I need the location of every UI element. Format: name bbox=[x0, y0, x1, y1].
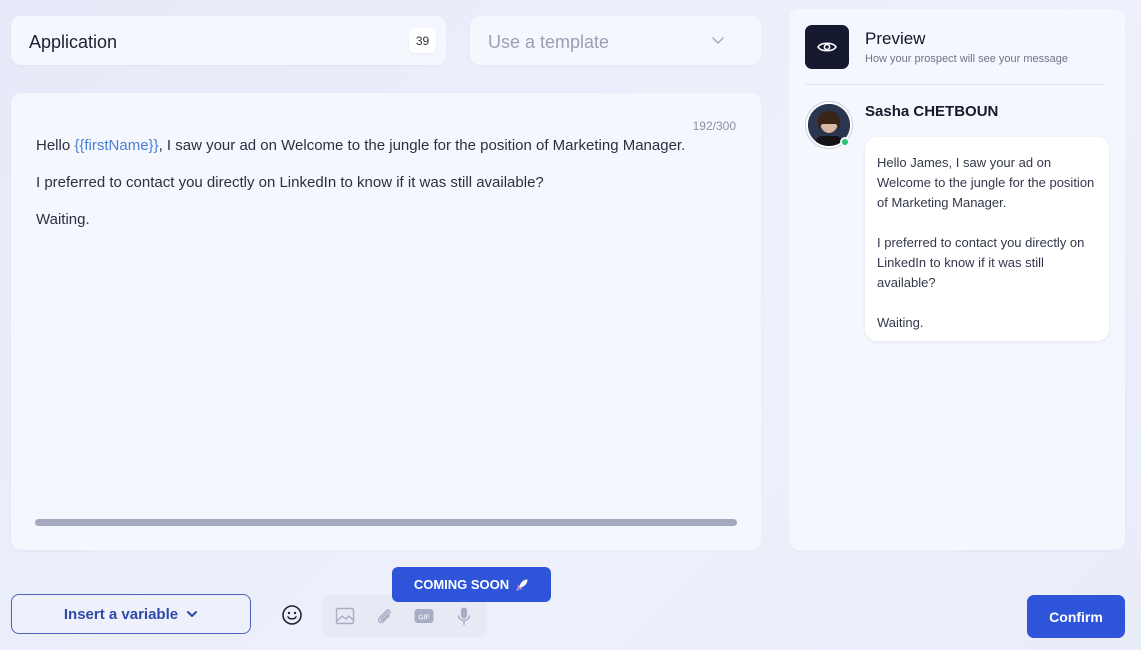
title-char-count: 39 bbox=[409, 28, 436, 53]
preview-subtitle: How your prospect will see your message bbox=[865, 53, 1068, 65]
insert-variable-button[interactable]: Insert a variable bbox=[11, 594, 251, 634]
horizontal-scrollbar[interactable] bbox=[35, 519, 737, 526]
message-title-input[interactable]: Application 39 bbox=[11, 16, 446, 65]
preview-title: Preview bbox=[865, 29, 926, 48]
paperclip-icon bbox=[377, 609, 391, 624]
template-placeholder: Use a template bbox=[488, 32, 610, 52]
message-title-text: Application bbox=[29, 32, 118, 52]
svg-text:GIF: GIF bbox=[418, 615, 430, 622]
rocket-icon bbox=[516, 579, 528, 591]
eye-icon bbox=[817, 42, 837, 52]
online-status-dot bbox=[840, 137, 850, 147]
preview-icon-box bbox=[805, 25, 849, 69]
microphone-icon bbox=[457, 607, 471, 625]
message-line-2: I preferred to contact you directly on L… bbox=[36, 174, 544, 191]
preview-message-bubble: Hello James, I saw your ad on Welcome to… bbox=[865, 137, 1109, 341]
template-dropdown[interactable]: Use a template bbox=[470, 16, 761, 65]
chevron-down-icon bbox=[187, 611, 198, 617]
message-line-3: Waiting. bbox=[36, 211, 90, 228]
sender-name: Sasha CHETBOUN bbox=[865, 103, 999, 120]
chevron-down-icon bbox=[712, 37, 724, 44]
bubble-paragraph-2: I preferred to contact you directly on L… bbox=[877, 235, 1085, 290]
preview-panel: Preview How your prospect will see your … bbox=[789, 9, 1125, 550]
image-icon bbox=[335, 607, 355, 625]
confirm-button[interactable]: Confirm bbox=[1027, 595, 1125, 638]
variable-first-name[interactable]: {{firstName}} bbox=[74, 137, 158, 154]
message-editor[interactable]: 192/300 Hello {{firstName}}, I saw your … bbox=[11, 93, 761, 550]
coming-soon-label: COMING SOON bbox=[413, 577, 510, 592]
message-body[interactable]: Hello {{firstName}}, I saw your ad on We… bbox=[36, 137, 741, 248]
coming-soon-badge: COMING SOON bbox=[392, 567, 551, 602]
gif-icon: GIF bbox=[414, 609, 434, 623]
character-counter: 192/300 bbox=[692, 119, 736, 133]
message-line-1: Hello {{firstName}}, I saw your ad on We… bbox=[36, 137, 686, 154]
insert-variable-label: Insert a variable bbox=[63, 605, 179, 623]
bubble-paragraph-1: Hello James, I saw your ad on Welcome to… bbox=[877, 155, 1095, 210]
bubble-paragraph-3: Waiting. bbox=[877, 315, 924, 330]
preview-divider bbox=[805, 84, 1105, 85]
smile-icon[interactable] bbox=[281, 604, 303, 626]
